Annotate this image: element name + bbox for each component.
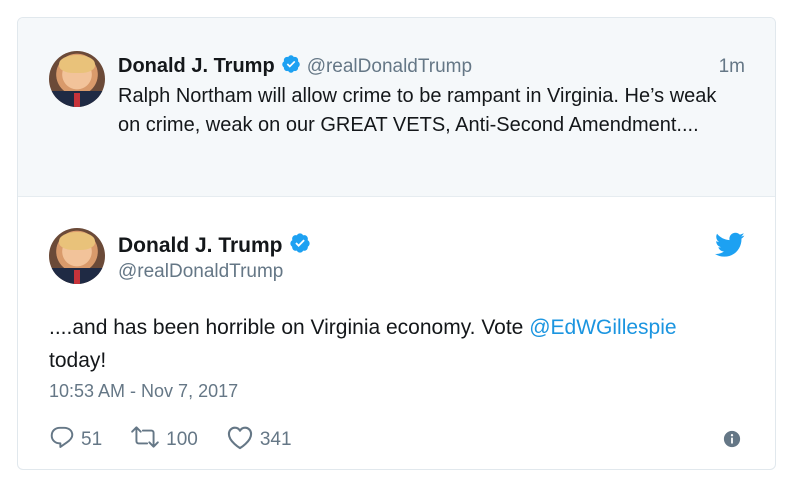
parent-tweet-header: Donald J. Trump @realDonaldTrump [118,54,472,79]
like-button[interactable]: 341 [226,424,292,456]
twitter-bird-icon[interactable] [714,232,745,263]
embedded-tweet-card: Donald J. Trump @realDonaldTrump 1m Ralp… [17,17,776,470]
verified-badge-icon [289,232,311,259]
avatar[interactable] [49,51,105,107]
mention-link[interactable]: @EdWGillespie [529,316,676,339]
retweet-button[interactable]: 100 [130,424,198,456]
heart-icon [226,424,254,456]
retweet-count: 100 [166,429,198,450]
author-name[interactable]: Donald J. Trump [118,55,275,78]
author-handle[interactable]: @realDonaldTrump [307,56,472,78]
tweet-text: ....and has been horrible on Virginia ec… [49,311,739,377]
author-name[interactable]: Donald J. Trump [118,234,283,258]
tweet-text-part: today! [49,349,107,372]
info-icon[interactable] [723,430,741,453]
tweet-actions: 51 100 341 [49,424,320,456]
quoted-parent-tweet[interactable]: Donald J. Trump @realDonaldTrump 1m Ralp… [18,18,775,197]
author-handle[interactable]: @realDonaldTrump [118,261,283,283]
like-count: 341 [259,429,292,450]
tweet-time[interactable]: 1m [719,56,745,78]
parent-tweet-text: Ralph Northam will allow crime to be ram… [118,85,717,136]
avatar[interactable] [49,228,105,284]
tweet-timestamp[interactable]: 10:53 AM - Nov 7, 2017 [49,381,238,402]
reply-count: 51 [81,429,103,450]
reply-icon [49,424,75,456]
verified-badge-icon [281,54,301,79]
tweet-text-part: ....and has been horrible on Virginia ec… [49,316,530,339]
reply-button[interactable]: 51 [49,424,102,456]
tweet-author-row: Donald J. Trump [118,232,311,259]
retweet-icon [130,424,160,456]
